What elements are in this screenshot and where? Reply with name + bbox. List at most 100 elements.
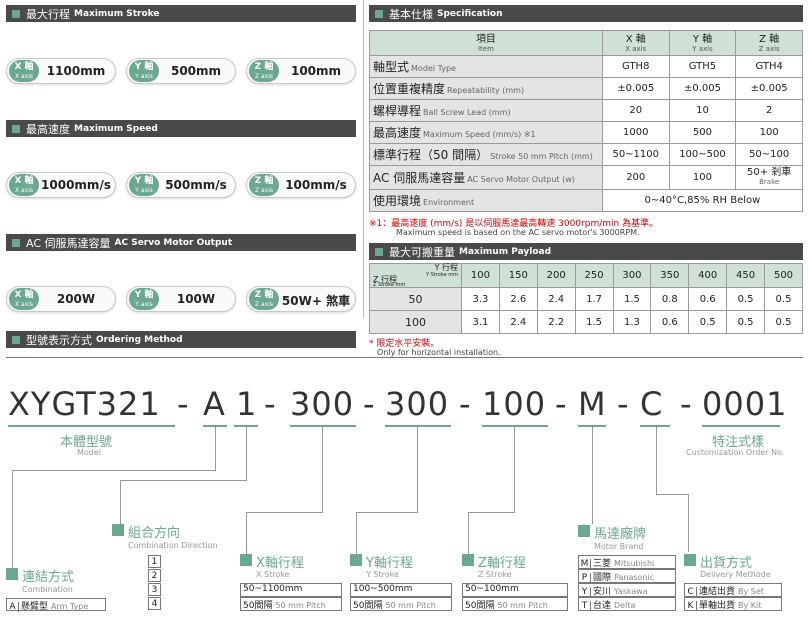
brand-label-zh: 馬達廠牌 [594,527,647,542]
brand-option: M 三菱 Mitsubishi [578,555,676,569]
square-icon [375,247,383,256]
square-icon [375,9,383,18]
delivery-option: K 單軸出貨 By Kit [684,597,782,611]
table-row: 標準行程（50 間隔） Stroke 50 mm Pitch (mm) 50~11… [369,143,803,166]
z-stroke-pitch: 50間隔 50 mm Pitch [462,597,568,611]
spec-header-item: 項目 Item [369,30,603,56]
model-label-en: Model [77,448,102,457]
speed-value-x: 1000mm/s [41,178,111,192]
section-title-en: Ordering Method [96,334,183,345]
table-row: 螺桿導程 Ball Screw Lead (mm) 20 10 2 [369,99,803,122]
motor-value-x: 200W [56,292,96,306]
axis-badge-z: Z 軸Z axis [249,60,279,82]
axis-badge-x: X 軸X axis [9,60,39,82]
section-title-zh: 最大可搬重量 [389,245,455,259]
code-delivery: C [640,385,664,423]
speed-pill-y: Y 軸Y axis 500mm/s [126,172,236,198]
underline-y [385,425,451,427]
square-icon [112,524,124,536]
code-dash: - [555,385,568,423]
square-icon [684,554,696,566]
section-title-en: Maximum Speed [74,123,158,134]
code-dash: - [459,385,472,423]
combination-label-en: Combination [22,585,73,594]
table-row: AC 伺服馬達容量 AC Servo Motor Output (w) 200 10… [369,165,803,190]
section-title-en: AC Servo Motor Output [114,237,233,248]
motor-pill-z: Z 軸Z axis 50W+ 煞車 [246,286,356,312]
x-stroke-label-zh: X軸行程 [256,556,304,571]
speed-pill-x: X 軸X axis 1000mm/s [6,172,116,198]
brand-label-en: Motor Brand [594,542,644,551]
z-stroke-label-en: Z Stroke [478,570,512,579]
spec-table: 項目 Item X 軸X axis Y 軸Y axis Z 軸Z axis 軸型式… [369,30,804,212]
y-stroke-label-en: Y Stroke [366,570,399,579]
square-icon [350,554,362,566]
z-stroke-range: 50~100mm [462,583,568,597]
code-custom: 0001 [702,385,788,423]
axis-badge-y: Y 軸Y axis [129,60,159,82]
stroke-value-y: 500mm [170,64,222,78]
axis-badge-x: X 軸X axis [9,174,39,196]
section-bar-speed: 最高速度 Maximum Speed [6,120,356,137]
ordering-rule [6,357,803,358]
spec-note-en: Maximum speed is based on the AC servo m… [396,228,640,237]
code-dash: - [264,385,277,423]
code-dash: - [177,385,190,423]
table-row: 位置重複精度 Repeatability (mm) ±0.005 ±0.005 ±0.… [369,77,803,100]
code-direction: 1 [236,385,258,423]
direction-option: 4 [148,597,161,610]
payload-note-en: Only for horizontal installation. [377,348,501,357]
x-stroke-pitch: 50間隔 50 mm Pitch [240,597,342,611]
brand-option: Y 安川 Yaskawa [578,583,676,597]
connector [468,512,469,554]
section-title-en: Maximum Stroke [74,8,160,19]
table-row: 100 3.1 2.4 2.2 1.5 1.3 0.6 0.5 0.5 0.5 [369,310,803,334]
table-row: 50 3.3 2.6 2.4 1.7 1.5 0.8 0.6 0.5 0.5 [369,287,803,311]
combination-option: A 懸臂型 Arm Type [6,598,106,612]
underline-x [290,425,356,427]
underline-z [482,425,548,427]
code-dash: - [617,385,630,423]
section-title-zh: 型號表示方式 [26,333,92,347]
square-icon [6,568,18,580]
spec-header-z: Z 軸Z axis [735,30,803,56]
square-icon [12,335,20,344]
stroke-pill-z: Z 軸Z axis 100mm [246,58,356,84]
connector [688,494,689,552]
connector [246,512,247,554]
column-divider [363,0,364,318]
connector [215,427,216,470]
square-icon [12,9,20,18]
square-icon [462,554,474,566]
combination-label-zh: 連結方式 [22,570,75,585]
payload-table: Y 行程 Y Stroke mm Z 行程 Z Stroke mm 100 150… [369,263,803,334]
x-stroke-label-en: X Stroke [256,570,290,579]
table-row: 使用環境 Environment 0~40°C,85% RH Below [369,189,804,212]
connector [356,512,357,554]
axis-badge-z: Z 軸Z axis [249,174,279,196]
connector [656,494,688,495]
stroke-pill-x: X 軸X axis 1100mm [6,58,116,84]
motor-value-z: 50W+ 煞車 [281,294,351,308]
brand-option: T 台達 Delta [578,597,676,611]
connector [592,427,593,524]
connector [120,480,247,481]
delivery-label-zh: 出貨方式 [700,556,753,571]
brand-option: P 國際 Panasonic [578,569,676,583]
code-brand: M [578,385,607,423]
speed-value-y: 500mm/s [165,178,227,192]
square-icon [12,238,20,247]
custom-label-en: Customization Order No. [686,448,785,457]
y-stroke-label-zh: Y軸行程 [366,556,413,571]
connector [514,427,515,512]
square-icon [12,124,20,133]
section-bar-payload: 最大可搬重量 Maximum Payload [369,243,803,260]
y-stroke-pitch: 50間隔 50 mm Pitch [350,597,452,611]
code-dash: - [363,385,376,423]
direction-label-en: Combination Direction [128,541,218,550]
code-z-stroke: 100 [482,385,547,423]
connector [356,512,418,513]
connector [246,512,323,513]
spec-header-y: Y 軸Y axis [668,30,737,56]
connector [468,512,515,513]
